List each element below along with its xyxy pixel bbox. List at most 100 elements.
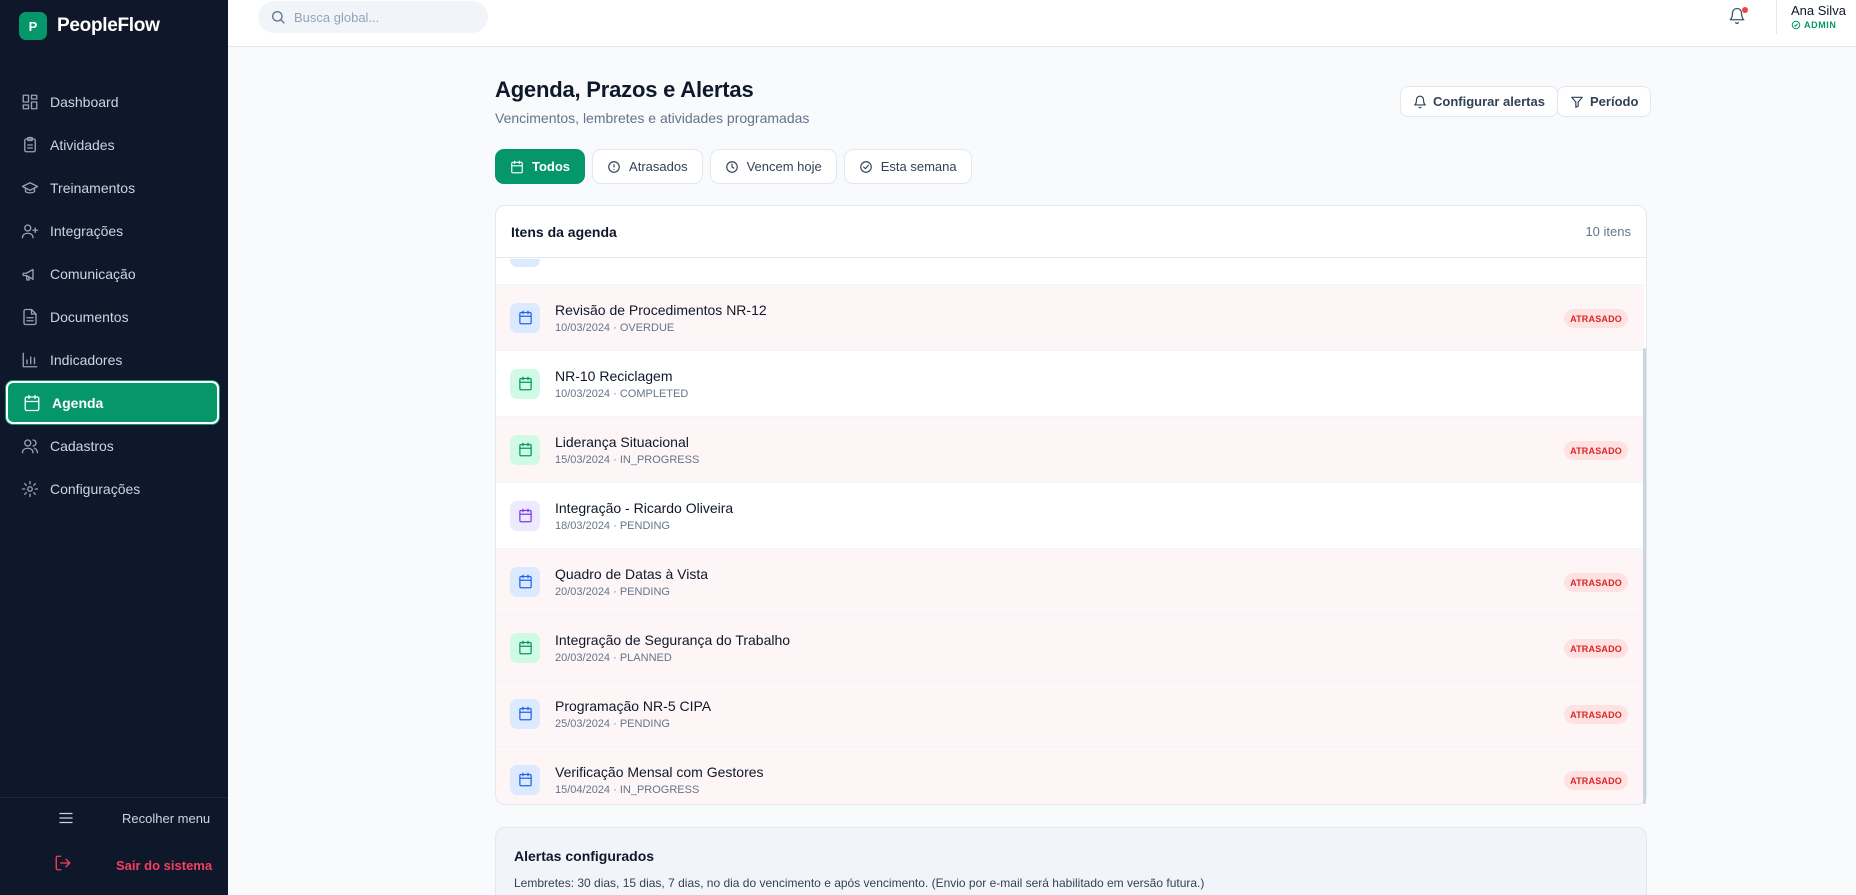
agenda-row-meta: 15/04/2024 · IN_PROGRESS: [555, 783, 700, 796]
collapse-menu-label: Recolher menu: [122, 810, 211, 826]
agenda-row[interactable]: NR-10 Reciclagem 10/03/2024 · COMPLETED: [496, 351, 1644, 417]
sidebar-item-label: Atividades: [50, 136, 115, 153]
agenda-row-title: Quadro de Datas à Vista: [555, 565, 709, 582]
agenda-row-meta: 08/03/2024 · COMPLETED: [555, 259, 688, 260]
agenda-row[interactable]: Liderança Situacional 15/03/2024 · IN_PRO…: [496, 417, 1644, 483]
agenda-row-text: Liderança Situacional 15/03/2024 · IN_PRO…: [555, 434, 699, 466]
calendar-icon: [510, 434, 540, 465]
filter-label: Atrasados: [629, 159, 688, 174]
agenda-row[interactable]: Verificação Mensal com Gestores 15/04/202…: [496, 747, 1644, 804]
status-badge: ATRASADO: [1564, 705, 1628, 724]
agenda-list-inner: 08/03/2024 · COMPLETED Revisão de Procedi…: [496, 259, 1644, 804]
sidebar-item-label: Dashboard: [50, 93, 119, 110]
status-badge: ATRASADO: [1564, 639, 1628, 658]
agenda-row-title: NR-10 Reciclagem: [555, 367, 673, 384]
filter-atrasados[interactable]: Atrasados: [592, 149, 703, 184]
agenda-row-meta: 18/03/2024 · PENDING: [555, 519, 670, 532]
megaphone-icon: [22, 268, 34, 281]
global-search[interactable]: [258, 1, 488, 33]
calendar-icon: [510, 500, 540, 531]
filter-todos[interactable]: Todos: [495, 149, 586, 184]
clipboard-icon: [24, 136, 36, 152]
agenda-row[interactable]: Integração de Segurança do Trabalho 20/03…: [496, 615, 1644, 681]
notifications-button[interactable]: [1728, 7, 1748, 27]
filter-esta-semana[interactable]: Esta semana: [843, 149, 972, 184]
user-menu[interactable]: Ana Silva ADMIN: [1791, 3, 1846, 30]
search-input[interactable]: [294, 9, 474, 25]
agenda-row-title: Revisão de Procedimentos NR-12: [555, 301, 767, 318]
sidebar-item-documentos[interactable]: Documentos: [6, 295, 219, 338]
sidebar-item-treinamentos[interactable]: Treinamentos: [6, 166, 219, 209]
agenda-row-text: NR-10 Reciclagem 10/03/2024 · COMPLETED: [555, 368, 688, 400]
filter-icon: [1571, 96, 1583, 108]
agenda-row[interactable]: 08/03/2024 · COMPLETED: [496, 259, 1644, 285]
agenda-row-title: Liderança Situacional: [555, 433, 689, 450]
calendar-icon: [510, 632, 540, 663]
sidebar-item-comunicacao[interactable]: Comunicação: [6, 252, 219, 295]
agenda-scrollbar[interactable]: [1643, 348, 1646, 804]
configured-alerts-title: Alertas configurados: [514, 848, 655, 864]
user-name: Ana Silva: [1791, 3, 1846, 18]
agenda-row[interactable]: Revisão de Procedimentos NR-12 10/03/2024…: [496, 285, 1644, 351]
agenda-row-title: Integração - Ricardo Oliveira: [555, 499, 734, 516]
sidebar-divider: [0, 797, 228, 798]
topbar-separator: [1776, 0, 1777, 34]
filter-label: Esta semana: [880, 159, 957, 174]
filter-label: Vencem hoje: [746, 159, 822, 174]
configured-alerts-text: Lembretes: 30 dias, 15 dias, 7 dias, no …: [514, 876, 1205, 890]
calendar-icon: [510, 764, 540, 795]
agenda-row[interactable]: Programação NR-5 CIPA 25/03/2024 · PENDIN…: [496, 681, 1644, 747]
sidebar-item-label: Cadastros: [50, 437, 114, 454]
period-label: Período: [1590, 94, 1639, 109]
agenda-row[interactable]: Quadro de Datas à Vista 20/03/2024 · PEND…: [496, 549, 1644, 615]
sidebar-item-configuracoes[interactable]: Configurações: [6, 467, 219, 510]
agenda-row-text: Integração - Ricardo Oliveira 18/03/2024 …: [555, 500, 733, 532]
status-badge: ATRASADO: [1564, 573, 1628, 592]
logout-label: Sair do sistema: [116, 858, 213, 873]
sidebar-item-dashboard[interactable]: Dashboard: [6, 80, 219, 123]
brand-logo: P: [19, 12, 47, 40]
bar-chart-icon: [22, 352, 38, 367]
search-icon: [272, 11, 285, 24]
status-badge: ATRASADO: [1564, 309, 1628, 328]
agenda-row[interactable]: Integração - Ricardo Oliveira 18/03/2024 …: [496, 483, 1644, 549]
sidebar-item-integracoes[interactable]: Integrações: [6, 209, 219, 252]
document-icon: [23, 308, 37, 325]
sidebar-item-agenda[interactable]: Agenda: [6, 381, 219, 424]
sidebar: P PeopleFlow Dashboard Atividades Treina…: [0, 0, 228, 895]
dashboard-icon: [22, 94, 38, 109]
check-circle-icon: [859, 160, 872, 173]
agenda-row-meta: 10/03/2024 · OVERDUE: [555, 321, 675, 334]
sidebar-item-label: Configurações: [50, 480, 141, 497]
notification-dot: [1742, 7, 1748, 13]
agenda-row-title: Programação NR-5 CIPA: [555, 697, 712, 714]
gear-icon: [21, 480, 39, 497]
user-plus-icon: [21, 223, 39, 238]
configure-alerts-label: Configurar alertas: [1433, 94, 1545, 109]
agenda-list[interactable]: 08/03/2024 · COMPLETED Revisão de Procedi…: [496, 259, 1644, 804]
sidebar-item-label: Comunicação: [50, 265, 136, 282]
logout-icon: [55, 855, 71, 871]
agenda-row-meta: 15/03/2024 · IN_PROGRESS: [555, 453, 700, 466]
configure-alerts-button[interactable]: Configurar alertas: [1400, 86, 1558, 117]
agenda-row-meta: 25/03/2024 · PENDING: [555, 717, 670, 730]
period-button[interactable]: Período: [1557, 86, 1652, 117]
status-badge: ATRASADO: [1564, 441, 1628, 460]
agenda-card: Itens da agenda 10 itens 08/03/2024 · CO…: [495, 205, 1647, 805]
brand-name: PeopleFlow: [57, 15, 160, 36]
users-icon: [21, 438, 39, 453]
agenda-item-count: 10 itens: [1585, 224, 1631, 239]
calendar-icon: [510, 368, 540, 399]
sidebar-item-atividades[interactable]: Atividades: [6, 123, 219, 166]
agenda-row-text: Verificação Mensal com Gestores 15/04/202…: [555, 764, 764, 796]
brand[interactable]: P PeopleFlow: [19, 12, 160, 40]
user-role-badge: ADMIN: [1791, 20, 1846, 30]
status-badge: ATRASADO: [1564, 771, 1628, 790]
configured-alerts-panel: Alertas configurados Lembretes: 30 dias,…: [495, 827, 1647, 895]
filter-vencem-hoje[interactable]: Vencem hoje: [709, 149, 837, 184]
agenda-card-header: Itens da agenda 10 itens: [496, 206, 1646, 258]
sidebar-nav: Dashboard Atividades Treinamentos Integr…: [6, 80, 219, 510]
sidebar-item-indicadores[interactable]: Indicadores: [6, 338, 219, 381]
sidebar-item-cadastros[interactable]: Cadastros: [6, 424, 219, 467]
agenda-row-text: Integração de Segurança do Trabalho 20/03…: [555, 632, 790, 664]
